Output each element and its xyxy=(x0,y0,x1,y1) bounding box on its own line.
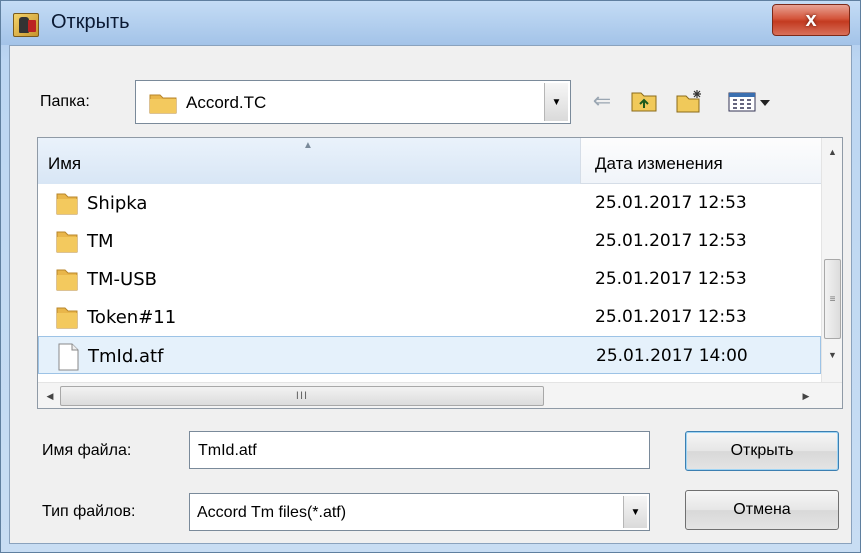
column-name-label: Имя xyxy=(48,154,82,173)
folder-label: Папка: xyxy=(40,93,90,110)
back-icon[interactable]: ⇐ xyxy=(587,87,617,115)
list-item[interactable]: Shipka 25.01.2017 12:53 xyxy=(38,184,821,222)
list-item[interactable]: TM-USB 25.01.2017 12:53 xyxy=(38,260,821,298)
column-date-label: Дата изменения xyxy=(595,154,723,173)
list-item[interactable]: Token#11 25.01.2017 12:53 xyxy=(38,298,821,336)
folder-icon xyxy=(55,228,79,259)
file-date: 25.01.2017 12:53 xyxy=(595,231,747,251)
column-header-name[interactable]: ▲ Имя xyxy=(38,138,581,184)
filename-label: Имя файла: xyxy=(42,442,132,459)
file-list[interactable]: ▲ Имя Дата изменения Shipka 25.01.2017 1… xyxy=(37,137,843,409)
folder-icon xyxy=(55,266,79,297)
file-date: 25.01.2017 14:00 xyxy=(596,346,748,366)
up-folder-icon[interactable] xyxy=(629,87,659,115)
window-title: Открыть xyxy=(51,11,130,33)
filename-input[interactable]: TmId.atf xyxy=(189,431,650,469)
scroll-left-icon[interactable]: ◀ xyxy=(40,386,60,406)
cancel-button[interactable]: Отмена xyxy=(685,490,839,530)
scroll-thumb-horizontal[interactable]: III xyxy=(60,386,544,406)
open-file-dialog: Открыть x Папка: Accord.TC ▼ ⇐ ▲ Имя Дат… xyxy=(0,0,861,553)
scroll-up-icon[interactable]: ▲ xyxy=(822,142,843,162)
filetype-value: Accord Tm files(*.atf) xyxy=(197,504,347,521)
sort-up-icon: ▲ xyxy=(303,140,313,151)
filename-value: TmId.atf xyxy=(198,442,257,459)
file-name: Shipka xyxy=(87,193,148,214)
view-menu-icon[interactable] xyxy=(723,87,777,115)
filetype-label: Тип файлов: xyxy=(42,503,136,520)
folder-icon xyxy=(55,190,79,221)
scroll-right-icon[interactable]: ▶ xyxy=(796,386,816,406)
folder-value: Accord.TC xyxy=(186,93,267,112)
file-name: TM-USB xyxy=(87,269,157,290)
chevron-down-icon[interactable]: ▼ xyxy=(623,496,647,528)
scroll-thumb[interactable]: ≡ xyxy=(824,259,841,339)
list-header: ▲ Имя Дата изменения xyxy=(38,138,821,184)
file-name: TmId.atf xyxy=(88,346,164,367)
file-name: TM xyxy=(87,231,114,252)
list-item-selected[interactable]: TmId.atf 25.01.2017 14:00 xyxy=(38,336,821,374)
close-button[interactable]: x xyxy=(772,4,850,36)
list-item[interactable]: TM 25.01.2017 12:53 xyxy=(38,222,821,260)
file-date: 25.01.2017 12:53 xyxy=(595,307,747,327)
title-bar[interactable]: Открыть x xyxy=(1,1,860,45)
horizontal-scrollbar[interactable]: ◀ III ▶ xyxy=(38,382,842,408)
chevron-down-icon[interactable]: ▼ xyxy=(544,83,568,121)
file-date: 25.01.2017 12:53 xyxy=(595,269,747,289)
app-icon xyxy=(13,13,39,37)
open-button[interactable]: Открыть xyxy=(685,431,839,471)
scroll-down-icon[interactable]: ▼ xyxy=(822,345,843,365)
folder-icon xyxy=(148,91,178,120)
folder-icon xyxy=(55,304,79,335)
filetype-select[interactable]: Accord Tm files(*.atf) ▼ xyxy=(189,493,650,531)
folder-combo[interactable]: Accord.TC ▼ xyxy=(135,80,571,124)
file-icon xyxy=(56,343,80,376)
vertical-scrollbar[interactable]: ▲ ≡ ▼ xyxy=(821,138,842,382)
file-name: Token#11 xyxy=(87,307,177,328)
new-folder-icon[interactable] xyxy=(675,87,705,115)
file-date: 25.01.2017 12:53 xyxy=(595,193,747,213)
